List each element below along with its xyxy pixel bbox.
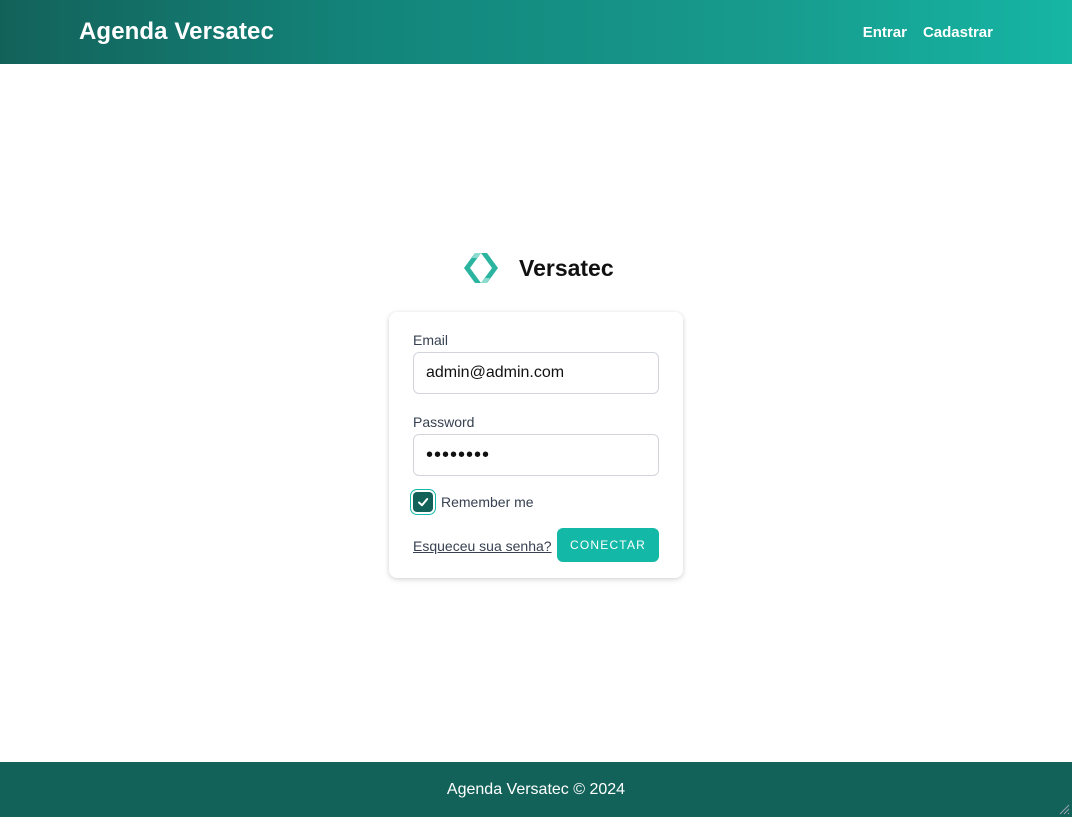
top-navbar: Agenda Versatec Entrar Cadastrar	[0, 0, 1072, 64]
email-label: Email	[413, 332, 449, 348]
brand-title[interactable]: Agenda Versatec	[79, 18, 274, 46]
login-page: Agenda Versatec Entrar Cadastrar Versate…	[0, 0, 1072, 817]
page-footer: Agenda Versatec © 2024	[0, 762, 1072, 817]
password-field[interactable]	[413, 434, 659, 476]
email-field[interactable]	[413, 352, 659, 394]
footer-copyright: Agenda Versatec © 2024	[446, 780, 626, 798]
login-card: Email Password Remember me Esqueceu sua …	[389, 312, 683, 578]
app-logo: Versatec	[461, 250, 614, 286]
main-nav: Entrar Cadastrar	[863, 24, 993, 41]
nav-login-link[interactable]: Entrar	[863, 24, 907, 41]
logo-text: Versatec	[519, 254, 614, 281]
nav-register-link[interactable]: Cadastrar	[923, 24, 993, 41]
forgot-password-link[interactable]: Esqueceu sua senha?	[413, 538, 552, 554]
remember-me-label: Remember me	[441, 494, 534, 510]
code-brackets-icon	[464, 253, 498, 283]
checkmark-icon	[418, 498, 429, 507]
login-button[interactable]: CONECTAR	[557, 528, 659, 562]
remember-me-checkbox[interactable]	[413, 492, 433, 512]
resize-grip-icon[interactable]	[1058, 803, 1070, 815]
password-label: Password	[413, 414, 475, 430]
remember-me-control[interactable]: Remember me	[411, 492, 534, 512]
